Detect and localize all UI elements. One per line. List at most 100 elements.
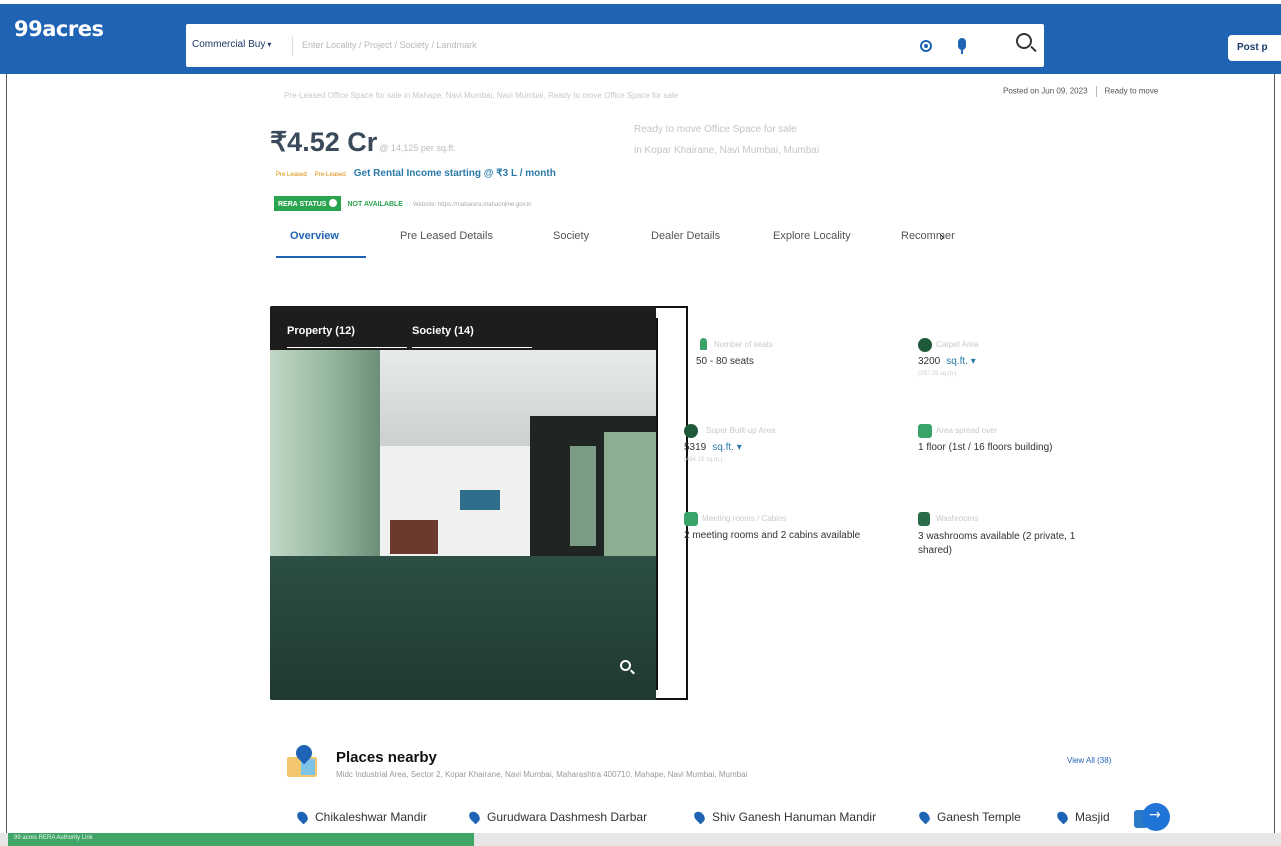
photo-desk bbox=[390, 520, 438, 554]
tab-pre-leased-details[interactable]: Pre Leased Details bbox=[400, 230, 493, 242]
search-icon[interactable] bbox=[1016, 33, 1032, 49]
place-chip[interactable]: Shiv Ganesh Hanuman Mandir bbox=[692, 809, 877, 825]
location-pin-icon bbox=[1055, 809, 1070, 825]
washroom-icon bbox=[918, 512, 930, 526]
site-logo[interactable]: 99acres bbox=[14, 17, 104, 41]
place-chip[interactable]: Ganesh Temple bbox=[917, 809, 1021, 825]
rera-status-value: NOT AVAILABLE bbox=[347, 201, 403, 208]
tag-row: Pre Leased Pre-Leased Get Rental Income st… bbox=[276, 163, 556, 181]
search-type-label: Commercial Buy bbox=[192, 39, 266, 50]
rera-row: RERA STATUS NOT AVAILABLE Website: https:/… bbox=[274, 193, 531, 211]
section-tabs: Overview Pre Leased Details Society Deal… bbox=[276, 229, 996, 260]
spec-value: 3 washrooms available (2 private, 1 shar… bbox=[918, 531, 1076, 556]
search-type-dropdown[interactable]: Commercial Buy ▾ bbox=[192, 39, 271, 50]
unit-dropdown[interactable]: sq.ft. ▾ bbox=[712, 442, 742, 453]
tab-dealer-details[interactable]: Dealer Details bbox=[651, 230, 720, 242]
rera-badge-label: RERA STATUS bbox=[278, 201, 327, 208]
spec-value: 5319 sq.ft. ▾ bbox=[684, 442, 742, 453]
price-per-sqft: @ 14,125 per sq.ft. bbox=[379, 143, 456, 153]
microphone-icon[interactable] bbox=[958, 38, 966, 54]
spec-label: Meeting rooms / Cabins bbox=[702, 514, 787, 523]
place-name: Chikaleshwar Mandir bbox=[315, 810, 428, 824]
unit-label: sq.ft. bbox=[946, 356, 968, 367]
frame-border-right bbox=[1274, 74, 1275, 834]
location-pin-icon bbox=[692, 809, 707, 825]
location-pin-icon bbox=[295, 809, 310, 825]
unit-dropdown[interactable]: sq.ft. ▾ bbox=[946, 356, 976, 367]
place-name: Masjid bbox=[1075, 810, 1110, 824]
possession-status: Ready to move bbox=[1104, 86, 1159, 96]
bottom-status-text: 99 acres RERA Authority Link bbox=[14, 835, 93, 841]
zoom-icon[interactable] bbox=[620, 660, 631, 671]
place-name: Ganesh Temple bbox=[937, 810, 1021, 824]
posted-date: Posted on Jun 09, 2023 bbox=[1003, 86, 1088, 96]
spec-value: 2 meeting rooms and 2 cabins available bbox=[684, 530, 861, 541]
rera-status-badge: RERA STATUS bbox=[274, 196, 342, 211]
tab-recommendations[interactable]: Recommer bbox=[901, 230, 955, 242]
place-chip[interactable]: Chikaleshwar Mandir bbox=[295, 809, 428, 825]
carpet-area-icon bbox=[918, 338, 932, 352]
frame-border-left bbox=[6, 74, 7, 834]
location-pin-icon bbox=[467, 809, 482, 825]
tab-society[interactable]: Society bbox=[553, 230, 589, 242]
chevron-right-icon[interactable]: › bbox=[940, 229, 944, 244]
spec-label: Super Built-up Area bbox=[706, 426, 776, 435]
listing-breadcrumb: Pre-Leased Office Space for sale in Maha… bbox=[284, 91, 679, 100]
posted-info: Posted on Jun 09, 2023 Ready to move bbox=[1003, 86, 1158, 97]
next-arrow-button[interactable] bbox=[1142, 803, 1170, 831]
spec-label: Washrooms bbox=[936, 514, 979, 523]
places-nearby-title: Places nearby bbox=[336, 749, 437, 766]
spec-number: 3200 bbox=[918, 356, 941, 367]
location-pin-icon bbox=[917, 809, 932, 825]
spec-value: 1 floor (1st / 16 floors building) bbox=[918, 442, 1053, 453]
place-name: Shiv Ganesh Hanuman Mandir bbox=[712, 810, 877, 824]
places-nearby-address: Midc Industrial Area, Sector 2, Kopar Kh… bbox=[336, 770, 748, 779]
photo-blind bbox=[604, 432, 656, 560]
gallery-tab-underline bbox=[412, 347, 532, 348]
search-input[interactable] bbox=[302, 35, 882, 55]
floor-icon bbox=[918, 424, 932, 438]
pre-leased-tag-2: Pre-Leased bbox=[314, 172, 346, 178]
price-block: ₹4.52 Cr @ 14,125 per sq.ft. bbox=[270, 127, 456, 158]
view-all-link[interactable]: View All (38) bbox=[1067, 756, 1111, 765]
spec-label: Number of seats bbox=[714, 340, 773, 349]
pre-leased-tag: Pre Leased bbox=[276, 172, 307, 178]
search-bar: Commercial Buy ▾ bbox=[186, 24, 1044, 67]
chevron-down-icon: ▾ bbox=[267, 40, 272, 49]
tab-explore-locality[interactable]: Explore Locality bbox=[773, 230, 851, 242]
rental-income-link[interactable]: Get Rental Income starting @ ₹3 L / mont… bbox=[354, 168, 556, 179]
super-built-up-icon bbox=[684, 424, 698, 438]
rera-website[interactable]: Website: https://maharera.mahaonline.gov… bbox=[413, 202, 532, 208]
spec-label: Area spread over bbox=[936, 426, 998, 435]
property-title: Ready to move Office Space for sale bbox=[634, 124, 797, 135]
top-navbar: 99acres Commercial Buy▾ Post p bbox=[0, 4, 1281, 74]
gallery-tab-property[interactable]: Property (12) bbox=[287, 325, 355, 337]
meeting-room-icon bbox=[684, 512, 698, 526]
spec-number: 5319 bbox=[684, 442, 707, 453]
property-address: in Kopar Khairane, Navi Mumbai, Mumbai bbox=[634, 145, 820, 156]
tab-overview[interactable]: Overview bbox=[290, 230, 339, 242]
gallery-tab-society[interactable]: Society (14) bbox=[412, 325, 474, 337]
price: ₹4.52 Cr bbox=[270, 127, 378, 157]
spec-value: 3200 sq.ft. ▾ bbox=[918, 356, 976, 367]
photo-floor bbox=[270, 556, 668, 700]
unit-label: sq.ft. bbox=[712, 442, 734, 453]
spec-sub: (297.29 sq.m.) bbox=[918, 371, 957, 377]
photo-screen bbox=[460, 490, 500, 510]
place-name: Gurudwara Dashmesh Darbar bbox=[487, 810, 648, 824]
gallery-edge-inner bbox=[656, 318, 668, 690]
search-divider bbox=[292, 36, 293, 56]
spec-sub: (494.15 sq.m.) bbox=[684, 457, 723, 463]
photo-gallery[interactable]: Property (12) Society (14) bbox=[270, 306, 668, 700]
divider bbox=[1095, 86, 1097, 97]
post-property-button[interactable]: Post p bbox=[1228, 35, 1281, 61]
location-target-icon[interactable] bbox=[920, 40, 932, 52]
seat-icon bbox=[700, 338, 707, 350]
place-chip[interactable]: Gurudwara Dashmesh Darbar bbox=[467, 809, 648, 825]
map-pin-icon bbox=[287, 741, 317, 777]
info-icon[interactable] bbox=[329, 199, 338, 207]
spec-label: Carpet Area bbox=[936, 340, 979, 349]
spec-value: 50 - 80 seats bbox=[696, 356, 754, 367]
active-tab-indicator bbox=[276, 256, 366, 258]
place-chip[interactable]: Masjid bbox=[1055, 809, 1110, 825]
